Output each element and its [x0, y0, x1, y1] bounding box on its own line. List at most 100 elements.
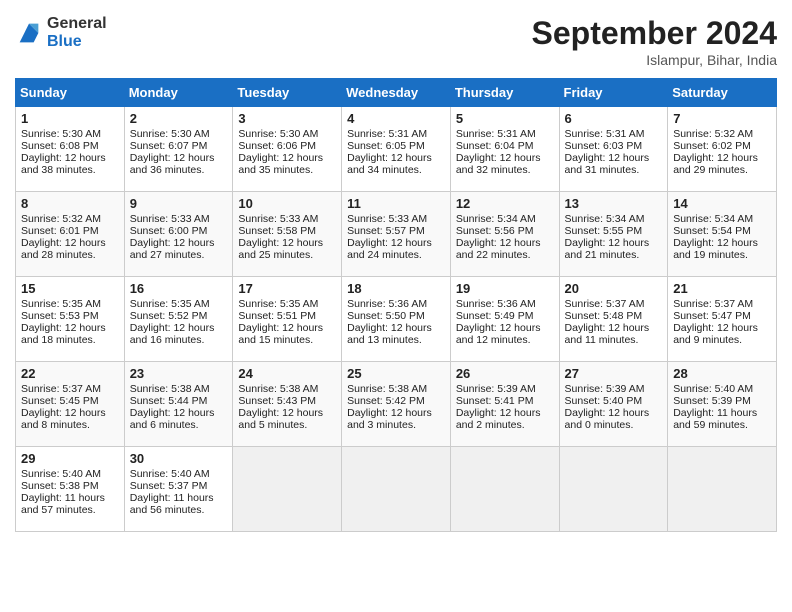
- day-number-26: 26: [456, 366, 554, 381]
- sunrise-3: Sunrise: 5:30 AM: [238, 128, 318, 140]
- sunrise-28: Sunrise: 5:40 AM: [673, 383, 753, 395]
- daylight-18: Daylight: 12 hours and 13 minutes.: [347, 322, 432, 346]
- empty-cell: [450, 447, 559, 532]
- sunrise-27: Sunrise: 5:39 AM: [565, 383, 645, 395]
- sunrise-18: Sunrise: 5:36 AM: [347, 298, 427, 310]
- day-number-20: 20: [565, 281, 663, 296]
- sunset-7: Sunset: 6:02 PM: [673, 140, 751, 152]
- logo: General Blue: [15, 15, 107, 51]
- daylight-13: Daylight: 12 hours and 21 minutes.: [565, 237, 650, 261]
- location: Islampur, Bihar, India: [532, 52, 777, 68]
- calendar-row: 8 Sunrise: 5:32 AM Sunset: 6:01 PM Dayli…: [16, 192, 777, 277]
- sunset-15: Sunset: 5:53 PM: [21, 310, 99, 322]
- day-cell-10: 10 Sunrise: 5:33 AM Sunset: 5:58 PM Dayl…: [233, 192, 342, 277]
- sunrise-2: Sunrise: 5:30 AM: [130, 128, 210, 140]
- col-thursday: Thursday: [450, 79, 559, 107]
- day-number-14: 14: [673, 196, 771, 211]
- sunset-5: Sunset: 6:04 PM: [456, 140, 534, 152]
- daylight-11: Daylight: 12 hours and 24 minutes.: [347, 237, 432, 261]
- daylight-29: Daylight: 11 hours and 57 minutes.: [21, 492, 105, 516]
- day-number-16: 16: [130, 281, 228, 296]
- daylight-2: Daylight: 12 hours and 36 minutes.: [130, 152, 215, 176]
- logo-icon: [15, 19, 43, 47]
- daylight-23: Daylight: 12 hours and 6 minutes.: [130, 407, 215, 431]
- daylight-9: Daylight: 12 hours and 27 minutes.: [130, 237, 215, 261]
- day-cell-18: 18 Sunrise: 5:36 AM Sunset: 5:50 PM Dayl…: [342, 277, 451, 362]
- sunset-13: Sunset: 5:55 PM: [565, 225, 643, 237]
- col-wednesday: Wednesday: [342, 79, 451, 107]
- sunset-26: Sunset: 5:41 PM: [456, 395, 534, 407]
- sunrise-6: Sunrise: 5:31 AM: [565, 128, 645, 140]
- col-saturday: Saturday: [668, 79, 777, 107]
- page-header: General Blue September 2024 Islampur, Bi…: [15, 15, 777, 68]
- day-cell-2: 2 Sunrise: 5:30 AM Sunset: 6:07 PM Dayli…: [124, 107, 233, 192]
- calendar-table: Sunday Monday Tuesday Wednesday Thursday…: [15, 78, 777, 532]
- day-number-30: 30: [130, 451, 228, 466]
- day-cell-12: 12 Sunrise: 5:34 AM Sunset: 5:56 PM Dayl…: [450, 192, 559, 277]
- day-number-7: 7: [673, 111, 771, 126]
- daylight-15: Daylight: 12 hours and 18 minutes.: [21, 322, 106, 346]
- day-number-23: 23: [130, 366, 228, 381]
- sunrise-19: Sunrise: 5:36 AM: [456, 298, 536, 310]
- sunrise-13: Sunrise: 5:34 AM: [565, 213, 645, 225]
- day-cell-29: 29 Sunrise: 5:40 AM Sunset: 5:38 PM Dayl…: [16, 447, 125, 532]
- day-number-8: 8: [21, 196, 119, 211]
- day-cell-3: 3 Sunrise: 5:30 AM Sunset: 6:06 PM Dayli…: [233, 107, 342, 192]
- sunrise-9: Sunrise: 5:33 AM: [130, 213, 210, 225]
- daylight-27: Daylight: 12 hours and 0 minutes.: [565, 407, 650, 431]
- sunset-8: Sunset: 6:01 PM: [21, 225, 99, 237]
- day-cell-21: 21 Sunrise: 5:37 AM Sunset: 5:47 PM Dayl…: [668, 277, 777, 362]
- daylight-12: Daylight: 12 hours and 22 minutes.: [456, 237, 541, 261]
- day-number-6: 6: [565, 111, 663, 126]
- daylight-10: Daylight: 12 hours and 25 minutes.: [238, 237, 323, 261]
- day-number-2: 2: [130, 111, 228, 126]
- day-number-24: 24: [238, 366, 336, 381]
- daylight-14: Daylight: 12 hours and 19 minutes.: [673, 237, 758, 261]
- sunrise-20: Sunrise: 5:37 AM: [565, 298, 645, 310]
- calendar-row: 22 Sunrise: 5:37 AM Sunset: 5:45 PM Dayl…: [16, 362, 777, 447]
- day-number-11: 11: [347, 196, 445, 211]
- sunset-19: Sunset: 5:49 PM: [456, 310, 534, 322]
- day-number-3: 3: [238, 111, 336, 126]
- empty-cell: [668, 447, 777, 532]
- sunset-16: Sunset: 5:52 PM: [130, 310, 208, 322]
- day-cell-20: 20 Sunrise: 5:37 AM Sunset: 5:48 PM Dayl…: [559, 277, 668, 362]
- day-cell-8: 8 Sunrise: 5:32 AM Sunset: 6:01 PM Dayli…: [16, 192, 125, 277]
- day-cell-28: 28 Sunrise: 5:40 AM Sunset: 5:39 PM Dayl…: [668, 362, 777, 447]
- sunset-12: Sunset: 5:56 PM: [456, 225, 534, 237]
- day-cell-5: 5 Sunrise: 5:31 AM Sunset: 6:04 PM Dayli…: [450, 107, 559, 192]
- day-number-17: 17: [238, 281, 336, 296]
- daylight-30: Daylight: 11 hours and 56 minutes.: [130, 492, 214, 516]
- sunset-24: Sunset: 5:43 PM: [238, 395, 316, 407]
- daylight-16: Daylight: 12 hours and 16 minutes.: [130, 322, 215, 346]
- sunrise-5: Sunrise: 5:31 AM: [456, 128, 536, 140]
- day-number-10: 10: [238, 196, 336, 211]
- day-cell-22: 22 Sunrise: 5:37 AM Sunset: 5:45 PM Dayl…: [16, 362, 125, 447]
- sunrise-23: Sunrise: 5:38 AM: [130, 383, 210, 395]
- sunset-14: Sunset: 5:54 PM: [673, 225, 751, 237]
- day-cell-4: 4 Sunrise: 5:31 AM Sunset: 6:05 PM Dayli…: [342, 107, 451, 192]
- sunset-22: Sunset: 5:45 PM: [21, 395, 99, 407]
- sunset-6: Sunset: 6:03 PM: [565, 140, 643, 152]
- col-monday: Monday: [124, 79, 233, 107]
- calendar-row: 15 Sunrise: 5:35 AM Sunset: 5:53 PM Dayl…: [16, 277, 777, 362]
- calendar-row: 1 Sunrise: 5:30 AM Sunset: 6:08 PM Dayli…: [16, 107, 777, 192]
- day-number-27: 27: [565, 366, 663, 381]
- day-number-12: 12: [456, 196, 554, 211]
- day-number-4: 4: [347, 111, 445, 126]
- sunrise-14: Sunrise: 5:34 AM: [673, 213, 753, 225]
- day-number-22: 22: [21, 366, 119, 381]
- day-cell-6: 6 Sunrise: 5:31 AM Sunset: 6:03 PM Dayli…: [559, 107, 668, 192]
- sunset-1: Sunset: 6:08 PM: [21, 140, 99, 152]
- sunrise-22: Sunrise: 5:37 AM: [21, 383, 101, 395]
- sunrise-15: Sunrise: 5:35 AM: [21, 298, 101, 310]
- sunset-4: Sunset: 6:05 PM: [347, 140, 425, 152]
- empty-cell: [559, 447, 668, 532]
- logo-text: General Blue: [47, 15, 107, 51]
- day-cell-1: 1 Sunrise: 5:30 AM Sunset: 6:08 PM Dayli…: [16, 107, 125, 192]
- day-cell-9: 9 Sunrise: 5:33 AM Sunset: 6:00 PM Dayli…: [124, 192, 233, 277]
- daylight-5: Daylight: 12 hours and 32 minutes.: [456, 152, 541, 176]
- calendar-row: 29 Sunrise: 5:40 AM Sunset: 5:38 PM Dayl…: [16, 447, 777, 532]
- sunset-10: Sunset: 5:58 PM: [238, 225, 316, 237]
- day-cell-15: 15 Sunrise: 5:35 AM Sunset: 5:53 PM Dayl…: [16, 277, 125, 362]
